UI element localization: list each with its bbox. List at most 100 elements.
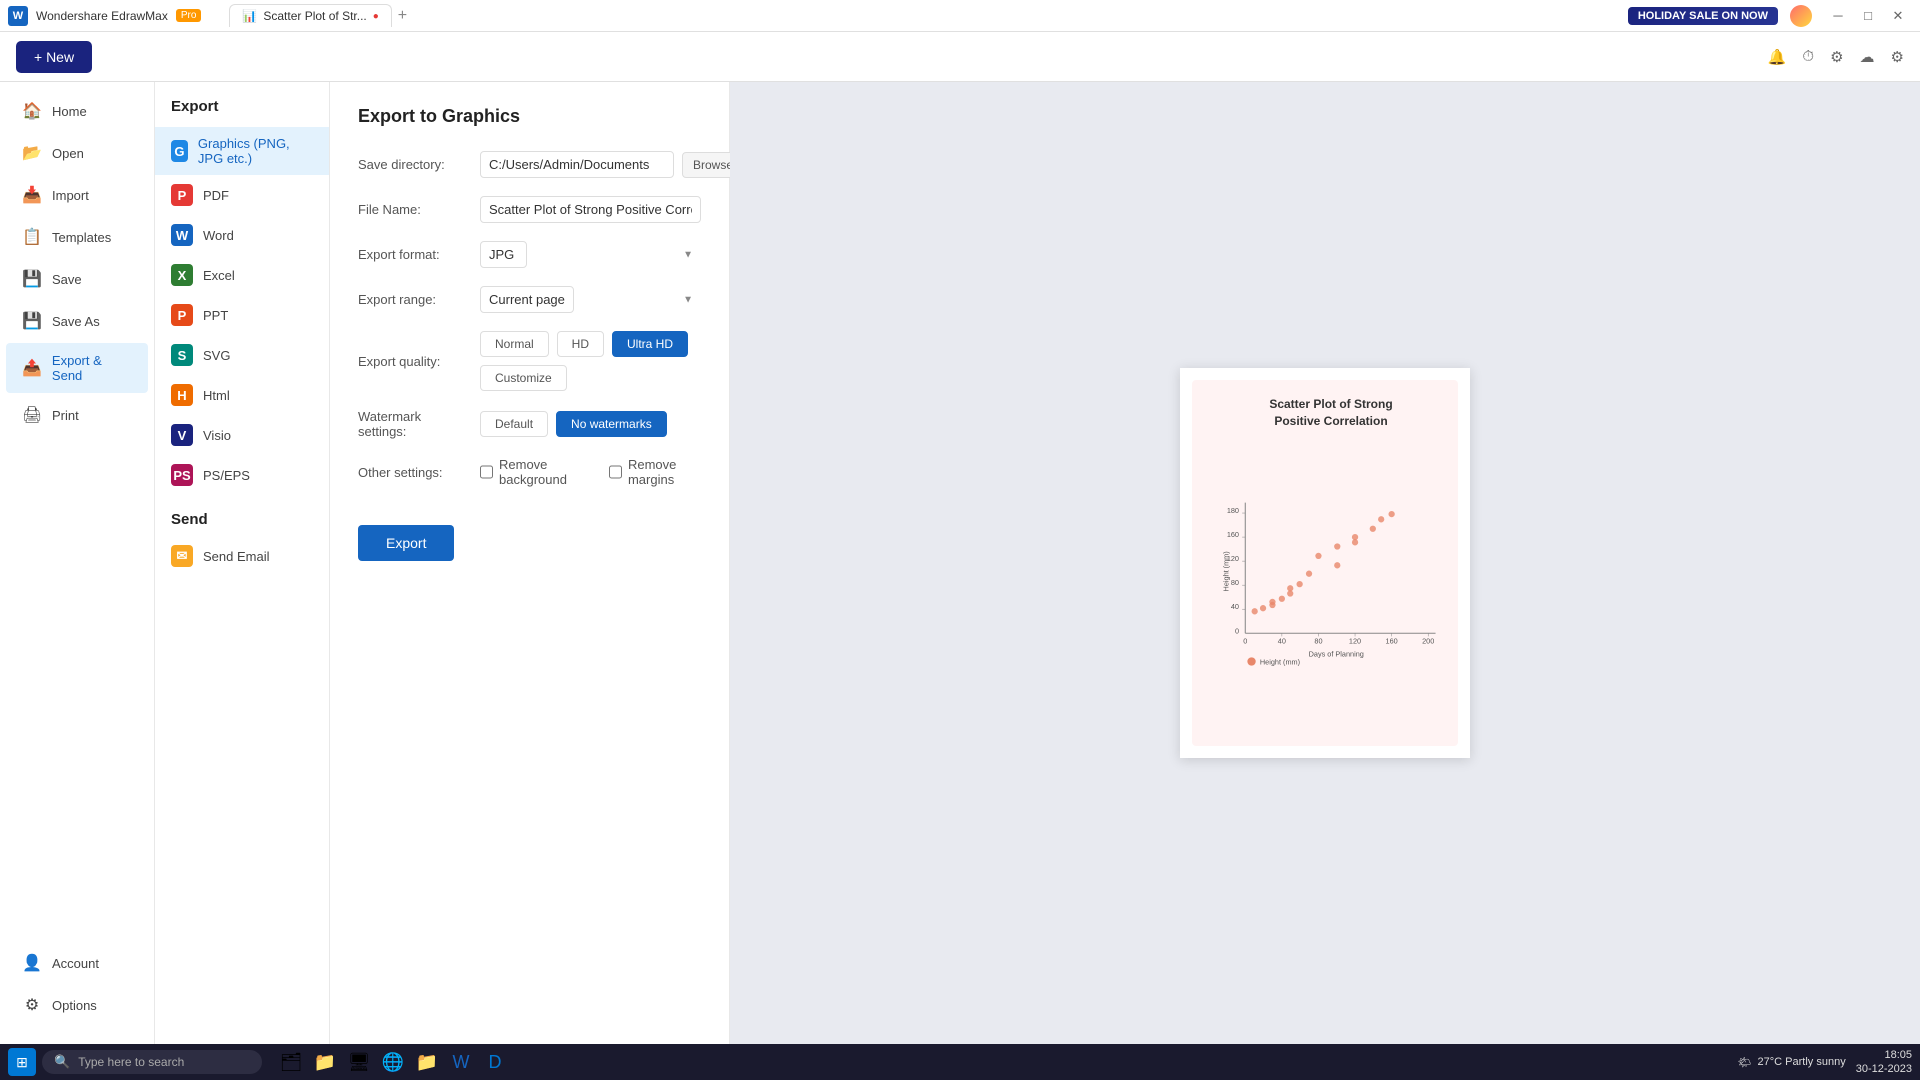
export-button[interactable]: Export [358, 525, 454, 561]
export-item-html[interactable]: H Html [155, 375, 329, 415]
sidebar-item-templates[interactable]: 📋 Templates [6, 217, 148, 257]
ppt-icon: P [171, 304, 193, 326]
new-button[interactable]: + New [16, 41, 92, 73]
export-icon: 📤 [22, 358, 42, 378]
taskbar-app-2[interactable]: 📁 [310, 1047, 340, 1077]
export-section-title: Export [155, 98, 329, 127]
watermark-label: Watermark settings: [358, 409, 468, 439]
quality-hd-button[interactable]: HD [557, 331, 604, 357]
taskbar-app-3[interactable]: 🖥 [344, 1047, 374, 1077]
app-logo: W [8, 6, 28, 26]
export-item-word[interactable]: W Word [155, 215, 329, 255]
sidebar-item-open[interactable]: 📂 Open [6, 133, 148, 173]
chart-area: Scatter Plot of StrongPositive Correlati… [1192, 380, 1458, 746]
user-avatar[interactable] [1790, 5, 1812, 27]
app-name: Wondershare EdrawMax [36, 9, 168, 23]
sidebar-item-print[interactable]: 🖨 Print [6, 395, 148, 435]
customize-button[interactable]: Customize [480, 365, 567, 391]
export-item-visio[interactable]: V Visio [155, 415, 329, 455]
remove-background-checkbox[interactable] [480, 465, 493, 479]
pseps-icon: PS [171, 464, 193, 486]
export-item-graphics-label: Graphics (PNG, JPG etc.) [198, 136, 313, 166]
taskbar-app-word[interactable]: W [446, 1047, 476, 1077]
sidebar-item-export-send[interactable]: 📤 Export & Send [6, 343, 148, 393]
weather-text: 27°C Partly sunny [1758, 1056, 1846, 1068]
sidebar-label-open: Open [52, 146, 84, 161]
taskbar-right: 🌤 27°C Partly sunny 18:05 30-12-2023 [1738, 1048, 1912, 1077]
taskbar-app-4[interactable]: 🌐 [378, 1047, 408, 1077]
minimize-button[interactable]: ─ [1824, 5, 1852, 27]
active-tab[interactable]: 📊 Scatter Plot of Str... ● [229, 4, 391, 27]
sidebar: 🏠 Home 📂 Open 📥 Import 📋 Templates 💾 Sav… [0, 82, 155, 1044]
taskbar-app-1[interactable]: 🗂 [276, 1047, 306, 1077]
sidebar-item-home[interactable]: 🏠 Home [6, 91, 148, 131]
sidebar-label-account: Account [52, 956, 99, 971]
sidebar-item-account[interactable]: 👤 Account [6, 943, 148, 983]
export-range-select[interactable]: Current page All pages [480, 286, 574, 313]
svg-text:0: 0 [1235, 626, 1239, 635]
export-format-label: Export format: [358, 247, 468, 262]
svg-text:200: 200 [1422, 636, 1434, 645]
taskbar-search-bar[interactable]: 🔍 Type here to search [42, 1050, 262, 1074]
sidebar-item-save[interactable]: 💾 Save [6, 259, 148, 299]
tab-bar: 📊 Scatter Plot of Str... ● + [229, 4, 411, 27]
time-display: 18:05 [1884, 1048, 1912, 1062]
taskbar-app-6[interactable]: D [480, 1047, 510, 1077]
sidebar-bottom: 👤 Account ⚙ Options [0, 942, 154, 1036]
export-format-row: Export format: JPG PNG BMP GIF [358, 241, 701, 268]
export-item-pdf[interactable]: P PDF [155, 175, 329, 215]
export-item-pseps[interactable]: PS PS/EPS [155, 455, 329, 495]
export-format-select-wrapper: JPG PNG BMP GIF [480, 241, 701, 268]
sidebar-label-import: Import [52, 188, 89, 203]
export-format-select[interactable]: JPG PNG BMP GIF [480, 241, 527, 268]
titlebar-right: HOLIDAY SALE ON NOW ─ □ ✕ [1628, 5, 1912, 27]
export-range-label: Export range: [358, 292, 468, 307]
settings-icon[interactable]: ⚙ [1830, 48, 1843, 66]
export-item-graphics[interactable]: G Graphics (PNG, JPG etc.) [155, 127, 329, 175]
svg-text:40: 40 [1278, 636, 1286, 645]
home-icon: 🏠 [22, 101, 42, 121]
start-button[interactable]: ⊞ [8, 1048, 36, 1076]
quality-normal-button[interactable]: Normal [480, 331, 549, 357]
cloud-icon[interactable]: ☁ [1860, 48, 1875, 66]
notification-icon[interactable]: 🔔 [1768, 48, 1787, 66]
export-item-ppt[interactable]: P PPT [155, 295, 329, 335]
remove-background-label[interactable]: Remove background [480, 457, 589, 487]
remove-margins-checkbox[interactable] [609, 465, 622, 479]
sidebar-label-options: Options [52, 998, 97, 1013]
tab-close-icon[interactable]: ● [373, 11, 379, 22]
taskbar-left: ⊞ 🔍 Type here to search 🗂 📁 🖥 🌐 📁 W D [8, 1047, 510, 1077]
save-directory-input[interactable] [480, 151, 674, 178]
watermark-none-button[interactable]: No watermarks [556, 411, 667, 437]
export-range-select-wrapper: Current page All pages [480, 286, 701, 313]
sidebar-item-save-as[interactable]: 💾 Save As [6, 301, 148, 341]
options-icon[interactable]: ⚙ [1891, 48, 1904, 66]
export-item-excel[interactable]: X Excel [155, 255, 329, 295]
preview-panel: Scatter Plot of StrongPositive Correlati… [730, 82, 1920, 1044]
taskbar-search-text: Type here to search [78, 1055, 184, 1069]
sidebar-label-save: Save [52, 272, 82, 287]
content-area: Export G Graphics (PNG, JPG etc.) P PDF … [155, 82, 1920, 1044]
quality-buttons: Normal HD Ultra HD [480, 331, 701, 357]
sidebar-item-import[interactable]: 📥 Import [6, 175, 148, 215]
remove-margins-label[interactable]: Remove margins [609, 457, 701, 487]
sidebar-item-options[interactable]: ⚙ Options [6, 985, 148, 1025]
export-item-word-label: Word [203, 228, 234, 243]
file-name-input[interactable] [480, 196, 701, 223]
maximize-button[interactable]: □ [1854, 5, 1882, 27]
remove-margins-text: Remove margins [628, 457, 701, 487]
svg-text:160: 160 [1386, 636, 1398, 645]
watermark-default-button[interactable]: Default [480, 411, 548, 437]
export-format-panel: Export G Graphics (PNG, JPG etc.) P PDF … [155, 82, 330, 1044]
history-icon[interactable]: ⏱ [1802, 48, 1814, 65]
export-settings-panel: Export to Graphics Save directory: Brows… [330, 82, 730, 1044]
export-item-email[interactable]: ✉ Send Email [155, 536, 329, 576]
word-icon: W [171, 224, 193, 246]
taskbar-app-5[interactable]: 📁 [412, 1047, 442, 1077]
export-item-svg[interactable]: S SVG [155, 335, 329, 375]
new-tab-button[interactable]: + [394, 7, 411, 25]
taskbar-apps: 🗂 📁 🖥 🌐 📁 W D [276, 1047, 510, 1077]
holiday-banner[interactable]: HOLIDAY SALE ON NOW [1628, 7, 1778, 25]
close-button[interactable]: ✕ [1884, 5, 1912, 27]
quality-ultrahd-button[interactable]: Ultra HD [612, 331, 688, 357]
